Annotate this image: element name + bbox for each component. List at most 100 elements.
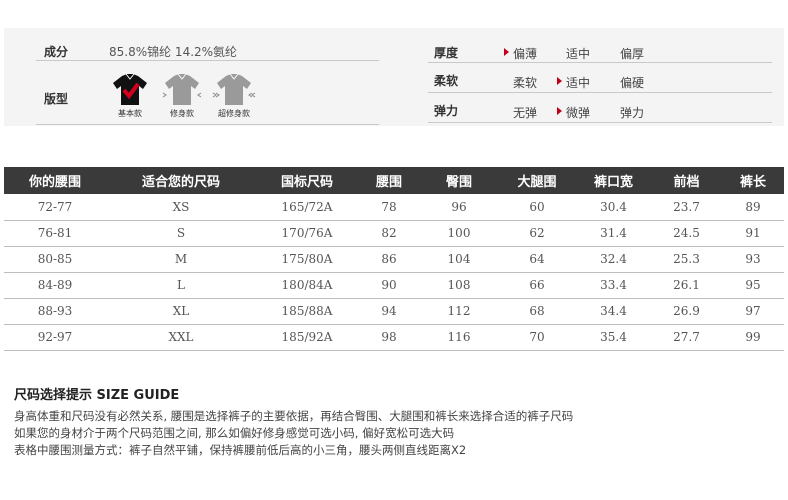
- table-row: 76-81 S 170/76A 82 100 62 31.4 24.5 91: [4, 220, 784, 247]
- thickness-option[interactable]: 适中: [566, 45, 590, 62]
- table-cell: XL: [106, 298, 256, 325]
- header-leg-opening: 裤口宽: [576, 167, 651, 194]
- table-cell: 97: [722, 298, 784, 325]
- table-cell: 78: [358, 194, 420, 221]
- size-table: 你的腰围 适合您的尺码 国标尺码 腰围 臀围 大腿围 裤口宽 前档 裤长 72-…: [4, 167, 784, 351]
- table-cell: 31.4: [576, 220, 651, 247]
- table-cell: 100: [420, 220, 498, 247]
- composition-label: 成分: [44, 45, 69, 59]
- thickness-option[interactable]: 偏厚: [620, 45, 644, 62]
- shirt-icon: [162, 73, 202, 105]
- shirt-icon: [113, 73, 147, 105]
- table-cell: 185/88A: [256, 298, 358, 325]
- softness-row: 柔软 柔软 适中 偏硬: [428, 67, 772, 93]
- table-cell: 96: [420, 194, 498, 221]
- table-cell: 27.7: [651, 324, 722, 351]
- thickness-option[interactable]: 偏薄: [503, 45, 537, 62]
- header-thigh: 大腿围: [498, 167, 576, 194]
- thickness-label: 厚度: [434, 46, 459, 60]
- table-cell: 72-77: [4, 194, 106, 221]
- table-cell: 88-93: [4, 298, 106, 325]
- table-cell: 64: [498, 246, 576, 273]
- table-cell: 104: [420, 246, 498, 273]
- table-cell: 25.3: [651, 246, 722, 273]
- table-cell: 66: [498, 272, 576, 299]
- fit-caption: 超修身款: [218, 109, 250, 118]
- table-cell: 70: [498, 324, 576, 351]
- fit-option-slim[interactable]: 修身款: [160, 73, 204, 119]
- header-hip: 臀围: [420, 167, 498, 194]
- fit-caption: 基本款: [118, 109, 142, 118]
- table-cell: 86: [358, 246, 420, 273]
- softness-label: 柔软: [434, 74, 459, 88]
- table-cell: 26.1: [651, 272, 722, 299]
- fit-caption: 修身款: [170, 109, 194, 118]
- table-cell: 34.4: [576, 298, 651, 325]
- table-cell: 116: [420, 324, 498, 351]
- table-row: 84-89 L 180/84A 90 108 66 33.4 26.1 95: [4, 272, 784, 299]
- guide-line: 表格中腰围测量方式：裤子自然平铺，保持裤腰前低后高的小三角，腰头两侧直线距离X2: [14, 443, 467, 457]
- table-cell: 99: [722, 324, 784, 351]
- elasticity-option[interactable]: 微弹: [556, 104, 590, 121]
- table-cell: M: [106, 246, 256, 273]
- table-cell: 175/80A: [256, 246, 358, 273]
- table-cell: 26.9: [651, 298, 722, 325]
- softness-option[interactable]: 适中: [556, 74, 590, 91]
- size-table-header: 你的腰围 适合您的尺码 国标尺码 腰围 臀围 大腿围 裤口宽 前档 裤长: [4, 167, 784, 194]
- attribute-panel: 成分 85.8%锦纶 14.2%氨纶 版型 基本款 修身款 超修身款 厚度 偏薄…: [4, 28, 784, 126]
- table-row: 92-97 XXL 185/92A 98 116 70 35.4 27.7 99: [4, 324, 784, 351]
- table-cell: 180/84A: [256, 272, 358, 299]
- elasticity-option[interactable]: 弹力: [620, 104, 644, 121]
- table-cell: 112: [420, 298, 498, 325]
- guide-title: 尺码选择提示 SIZE GUIDE: [14, 388, 180, 403]
- table-cell: 95: [722, 272, 784, 299]
- composition-value: 85.8%锦纶 14.2%氨纶: [109, 45, 238, 59]
- table-cell: XS: [106, 194, 256, 221]
- table-cell: 94: [358, 298, 420, 325]
- table-cell: 108: [420, 272, 498, 299]
- table-cell: 93: [722, 246, 784, 273]
- header-length: 裤长: [722, 167, 784, 194]
- table-cell: 91: [722, 220, 784, 247]
- elasticity-label: 弹力: [434, 104, 459, 118]
- table-cell: 92-97: [4, 324, 106, 351]
- table-cell: 68: [498, 298, 576, 325]
- table-cell: 62: [498, 220, 576, 247]
- table-cell: 98: [358, 324, 420, 351]
- table-cell: 185/92A: [256, 324, 358, 351]
- header-size: 适合您的尺码: [106, 167, 256, 194]
- fit-options: 基本款 修身款 超修身款: [108, 73, 268, 125]
- table-cell: 170/76A: [256, 220, 358, 247]
- fit-option-extra-slim[interactable]: 超修身款: [212, 73, 256, 119]
- table-cell: 82: [358, 220, 420, 247]
- header-front-rise: 前档: [651, 167, 722, 194]
- fit-option-basic[interactable]: 基本款: [108, 73, 152, 119]
- header-national-size: 国标尺码: [256, 167, 358, 194]
- table-cell: 84-89: [4, 272, 106, 299]
- table-cell: 80-85: [4, 246, 106, 273]
- thickness-row: 厚度 偏薄 适中 偏厚: [428, 39, 772, 63]
- table-cell: 35.4: [576, 324, 651, 351]
- table-row: 88-93 XL 185/88A 94 112 68 34.4 26.9 97: [4, 298, 784, 325]
- table-cell: 90: [358, 272, 420, 299]
- table-cell: XXL: [106, 324, 256, 351]
- elasticity-row: 弹力 无弹 微弹 弹力: [428, 97, 772, 123]
- table-cell: 24.5: [651, 220, 722, 247]
- table-cell: 23.7: [651, 194, 722, 221]
- table-cell: S: [106, 220, 256, 247]
- elasticity-option[interactable]: 无弹: [513, 104, 537, 121]
- header-waist-range: 你的腰围: [4, 167, 106, 194]
- table-row: 72-77 XS 165/72A 78 96 60 30.4 23.7 89: [4, 194, 784, 221]
- softness-option[interactable]: 柔软: [513, 74, 537, 91]
- table-cell: L: [106, 272, 256, 299]
- table-cell: 60: [498, 194, 576, 221]
- table-row: 80-85 M 175/80A 86 104 64 32.4 25.3 93: [4, 246, 784, 273]
- shirt-icon: [212, 73, 256, 105]
- table-cell: 89: [722, 194, 784, 221]
- guide-line: 如果您的身材介于两个尺码范围之间, 那么如偏好修身感觉可选小码, 偏好宽松可选大…: [14, 426, 455, 440]
- table-cell: 165/72A: [256, 194, 358, 221]
- table-cell: 30.4: [576, 194, 651, 221]
- composition-row: 成分 85.8%锦纶 14.2%氨纶: [36, 39, 379, 61]
- softness-option[interactable]: 偏硬: [620, 74, 644, 91]
- table-cell: 76-81: [4, 220, 106, 247]
